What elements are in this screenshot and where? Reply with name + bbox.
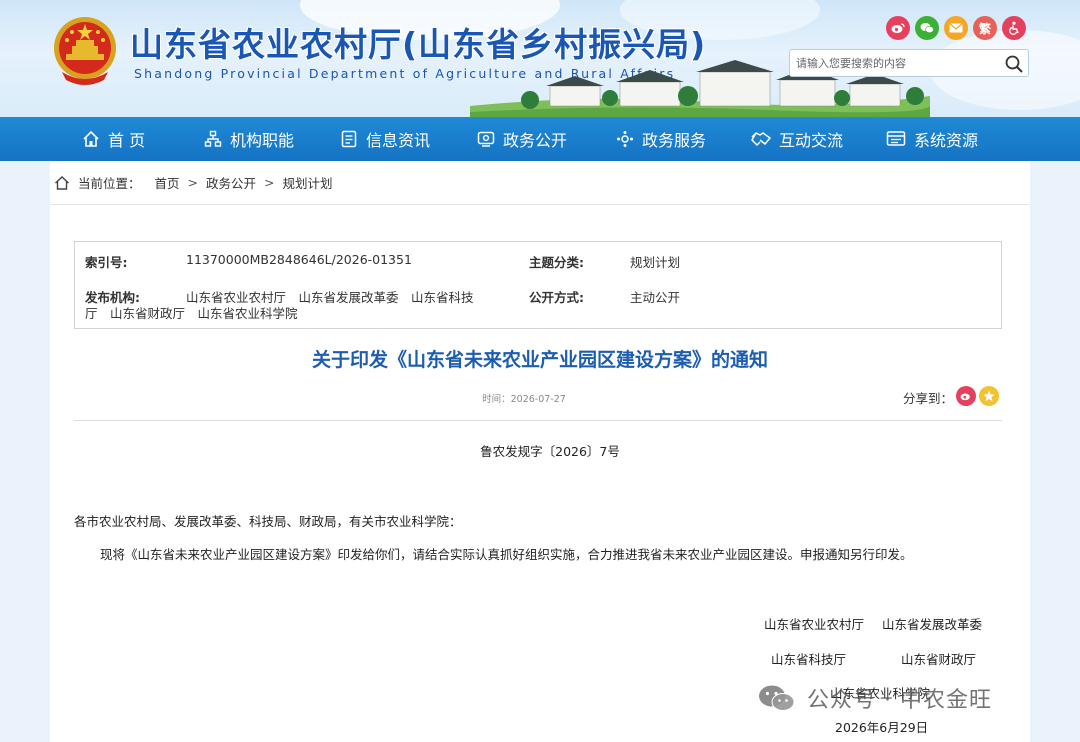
- signature-development-commission: 山东省发展改革委: [882, 617, 983, 632]
- wechat-icon[interactable]: [915, 16, 939, 40]
- national-emblem-icon: [54, 17, 116, 85]
- nav-item-organization[interactable]: 机构职能: [204, 117, 294, 161]
- search-input[interactable]: [796, 54, 1001, 73]
- share-label: 分享到：: [903, 391, 954, 406]
- article-date: 时间：2026-07-27: [482, 394, 566, 405]
- system-icon: [886, 131, 906, 146]
- signature-science-dept: 山东省科技厅: [771, 652, 847, 667]
- nav-item-home[interactable]: 首 页: [82, 117, 145, 161]
- article-paragraph: 现将《山东省未来农业产业园区建设方案》印发给你们，请结合实际认真抓好组织实施，合…: [100, 547, 913, 562]
- site-header: 山东省农业农村厅(山东省乡村振兴局) Shandong Provincial D…: [0, 0, 1080, 117]
- breadcrumb-prefix: 当前位置：: [78, 176, 141, 191]
- nav-label: 系统资源: [914, 131, 979, 150]
- index-value: 11370000MB2848646L/2026-01351: [186, 252, 412, 267]
- publisher-value-line2: 厅 山东省财政厅 山东省农业科学院: [85, 306, 298, 321]
- article-title: 关于印发《山东省未来农业产业园区建设方案》的通知: [311, 349, 768, 371]
- search-box: [789, 49, 1029, 77]
- nav-label: 互动交流: [779, 131, 844, 150]
- share-weibo-icon[interactable]: [956, 386, 976, 406]
- breadcrumb-separator: >: [187, 175, 199, 190]
- signature-date: 2026年6月29日: [835, 720, 929, 735]
- nav-label: 机构职能: [230, 131, 295, 150]
- service-icon: [617, 131, 633, 147]
- org-chart-icon: [204, 130, 222, 147]
- document-icon: [341, 130, 357, 148]
- nav-label: 政务公开: [503, 131, 568, 150]
- nav-item-gov-services[interactable]: 政务服务: [616, 117, 706, 161]
- breadcrumb-home[interactable]: 首页: [155, 173, 180, 192]
- accessibility-icon[interactable]: [1002, 16, 1026, 40]
- home-icon: [83, 130, 99, 147]
- nav-label: 首 页: [108, 131, 146, 150]
- traditional-chinese-button[interactable]: 繁: [973, 16, 997, 40]
- nav-item-information[interactable]: 信息资讯: [340, 117, 430, 161]
- wechat-icon: [759, 685, 795, 711]
- article-salutation: 各市农业农村局、发展改革委、科技局、财政局，有关市农业科学院：: [74, 514, 462, 529]
- index-label: 索引号:: [85, 255, 128, 270]
- nav-item-interaction[interactable]: 互动交流: [751, 117, 843, 161]
- handshake-icon: [751, 132, 771, 146]
- nav-item-gov-affairs[interactable]: 政务公开: [477, 117, 567, 161]
- document-number: 鲁农发规字〔2026〕7号: [480, 444, 620, 459]
- traditional-chinese-label: 繁: [978, 21, 991, 36]
- breadcrumb: 当前位置： 首页 > 政务公开 > 规划计划: [50, 161, 1030, 205]
- main-content: 当前位置： 首页 > 政务公开 > 规划计划 索引号: 11370000MB28…: [50, 161, 1030, 742]
- document-metadata: 索引号: 11370000MB2848646L/2026-01351 主题分类:…: [74, 241, 1002, 329]
- topic-label: 主题分类:: [529, 255, 584, 270]
- breadcrumb-separator: >: [264, 175, 275, 190]
- main-nav: 首 页 机构职能 信息资讯 政务公开 政务服务 互动交流 系统资源: [0, 117, 1080, 161]
- nav-item-system-resources[interactable]: 系统资源: [886, 117, 978, 161]
- home-icon: [55, 175, 69, 190]
- monitor-icon: [477, 131, 495, 147]
- signature-agriculture-dept: 山东省农业农村厅: [764, 617, 865, 632]
- open-method-value: 主动公开: [630, 290, 681, 305]
- breadcrumb-gov-affairs[interactable]: 政务公开: [206, 173, 256, 192]
- nav-label: 信息资讯: [366, 131, 431, 150]
- nav-label: 政务服务: [642, 131, 707, 150]
- topic-value: 规划计划: [630, 255, 681, 270]
- wechat-watermark: 公众号 · 中农金旺: [757, 682, 992, 714]
- watermark-text: 公众号 · 中农金旺: [807, 688, 992, 713]
- share-qzone-icon[interactable]: [979, 386, 999, 406]
- weibo-icon[interactable]: [886, 16, 910, 40]
- divider: [74, 420, 1002, 421]
- breadcrumb-planning[interactable]: 规划计划: [283, 173, 333, 192]
- search-icon[interactable]: [1004, 54, 1024, 74]
- signature-finance-dept: 山东省财政厅: [901, 652, 977, 667]
- mail-icon[interactable]: [944, 16, 968, 40]
- open-method-label: 公开方式:: [529, 290, 584, 305]
